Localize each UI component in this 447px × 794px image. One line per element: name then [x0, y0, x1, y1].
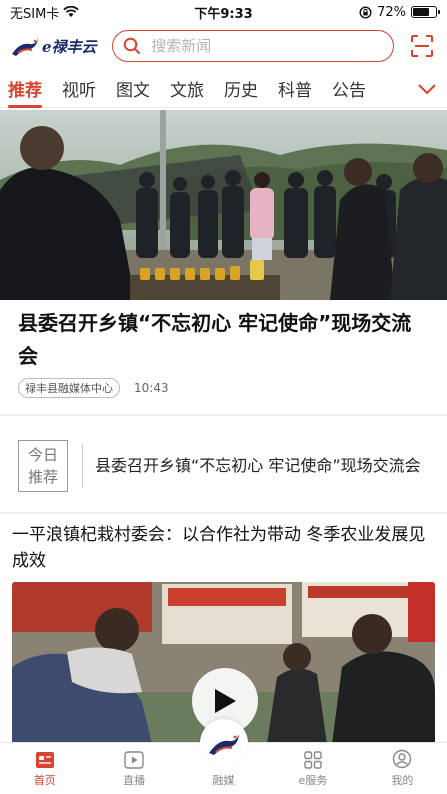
rotation-lock-icon	[359, 5, 372, 19]
bottom-navigation: 首页 直播 融媒 e服务 我的	[0, 719, 447, 794]
publish-time: 10:43	[134, 381, 169, 395]
battery-percent: 72%	[377, 4, 406, 20]
media-dragon-icon	[208, 734, 239, 755]
nav-home[interactable]: 首页	[0, 743, 89, 794]
scan-icon	[411, 35, 434, 57]
tab-notice[interactable]: 公告	[332, 70, 366, 107]
nav-e-service[interactable]: e服务	[268, 743, 357, 794]
nav-label: 首页	[33, 774, 56, 787]
tab-audiovisual[interactable]: 视听	[62, 70, 96, 107]
hero-article-meta: 禄丰县融媒体中心 10:43	[18, 378, 169, 398]
article-title[interactable]: 一平浪镇杞栽村委会：以合作社为带动 冬季农业发展见成效	[12, 522, 437, 574]
today-separator	[82, 444, 83, 488]
dragon-logo-icon	[12, 38, 38, 56]
tab-photo-text[interactable]: 图文	[116, 70, 150, 107]
section-divider	[0, 414, 447, 416]
tab-recommend[interactable]: 推荐	[8, 70, 42, 108]
category-tabs: 推荐 视听 图文 文旅 历史 科普 公告	[0, 70, 447, 108]
nav-label: 我的	[391, 774, 414, 787]
badge-line-2: 推荐	[27, 468, 58, 486]
nav-label: e服务	[298, 774, 328, 787]
nav-profile[interactable]: 我的	[358, 743, 447, 794]
chevron-down-icon	[418, 84, 436, 95]
today-recommend[interactable]: 今日 推荐 县委召开乡镇“不忘初心 牢记使命”现场交流会	[0, 428, 447, 504]
tab-history[interactable]: 历史	[224, 70, 258, 107]
hero-photo	[0, 110, 447, 300]
hero-image[interactable]	[0, 110, 447, 300]
battery-fill	[413, 8, 429, 16]
search-icon	[123, 37, 141, 54]
hero-article-title[interactable]: 县委召开乡镇“不忘初心 牢记使命”现场交流会	[18, 307, 428, 373]
today-recommend-text[interactable]: 县委召开乡镇“不忘初心 牢记使命”现场交流会	[95, 454, 429, 478]
battery-icon	[411, 6, 440, 18]
clock: 下午9:33	[194, 6, 253, 22]
play-icon	[215, 689, 236, 713]
live-play-icon	[124, 751, 144, 769]
nav-live[interactable]: 直播	[89, 743, 178, 794]
profile-icon	[393, 749, 412, 769]
app-screen: 无SIM卡 下午9:33 72% e禄丰云 搜索新闻 推荐 视听 图文 文旅 历…	[0, 0, 447, 794]
carrier-label: 无SIM卡	[10, 6, 60, 22]
today-recommend-badge: 今日 推荐	[18, 440, 68, 492]
source-tag: 禄丰县融媒体中心	[18, 378, 120, 398]
nav-label: 融媒	[212, 774, 235, 787]
app-logo[interactable]: e禄丰云	[10, 29, 108, 63]
grid-service-icon	[304, 751, 322, 769]
wifi-icon	[63, 6, 80, 17]
tabs-expand-button[interactable]	[417, 80, 437, 99]
news-icon	[35, 752, 54, 768]
tab-science[interactable]: 科普	[278, 70, 312, 107]
media-center-button[interactable]	[199, 719, 248, 767]
status-bar: 无SIM卡 下午9:33 72%	[0, 0, 447, 24]
nav-media[interactable]: 融媒	[179, 719, 268, 794]
logo-text: e禄丰云	[42, 37, 97, 56]
search-bar[interactable]	[112, 30, 394, 62]
nav-label: 直播	[123, 774, 146, 787]
scan-button[interactable]	[408, 31, 437, 61]
section-divider	[0, 512, 447, 514]
badge-line-1: 今日	[27, 446, 58, 464]
search-input[interactable]	[151, 37, 372, 55]
app-header: e禄丰云	[0, 26, 447, 66]
tab-culture-tourism[interactable]: 文旅	[170, 70, 204, 107]
